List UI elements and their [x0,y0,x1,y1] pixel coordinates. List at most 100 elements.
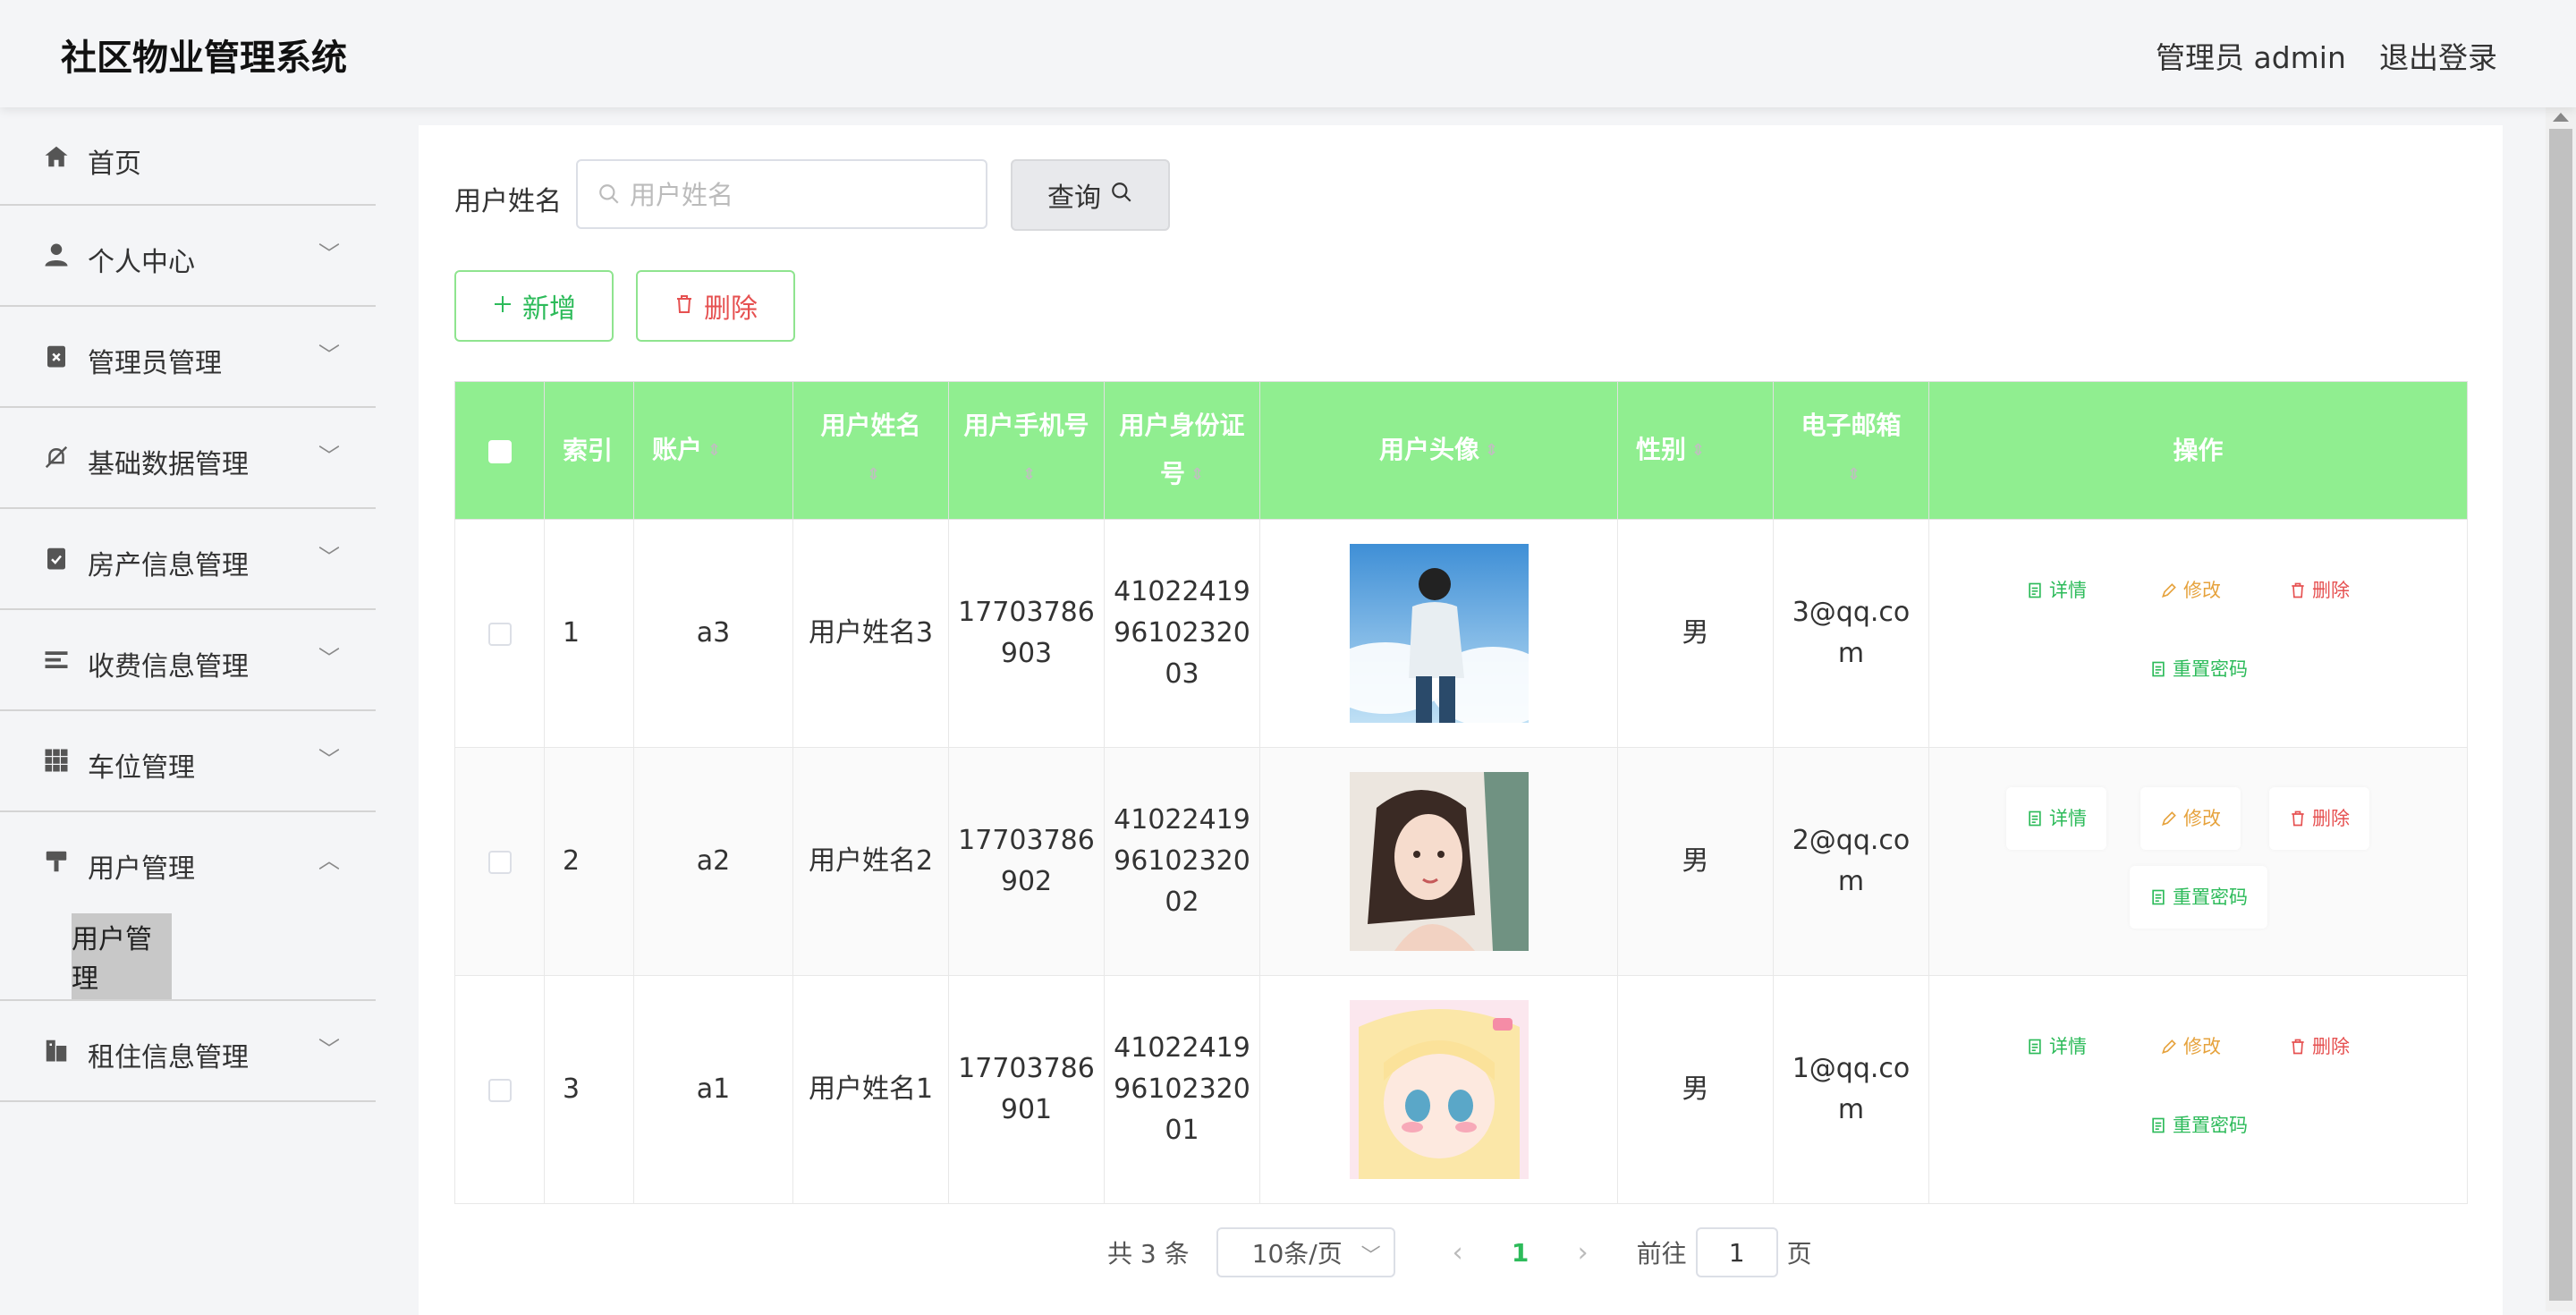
edit-button[interactable]: 修改 [2140,1015,2241,1078]
cell-gender: 男 [1617,975,1774,1204]
row-checkbox[interactable] [487,850,512,874]
header-account[interactable]: 账户 ⇕ [633,381,793,520]
next-page-button[interactable]: › [1556,1237,1610,1268]
cell-ops: 详情 修改 删除 重置密码 [1928,975,2468,1204]
sort-icon[interactable]: ⇕ [1691,427,1705,475]
detail-button[interactable]: 详情 [2006,1015,2106,1078]
scroll-up-icon[interactable] [2553,113,2569,122]
building-icon [41,1035,72,1065]
row-checkbox[interactable] [487,622,512,646]
page-number-current[interactable]: 1 [1485,1238,1556,1268]
cell-name: 用户姓名1 [792,975,949,1204]
page-size-select[interactable]: 10条/页 ﹀ [1216,1227,1395,1277]
sidebar-item-label: 收费信息管理 [88,651,249,683]
sidebar-item-home[interactable]: 首页 [0,107,376,206]
goto-page-input[interactable] [1695,1227,1778,1277]
search-input[interactable] [628,172,980,218]
delete-button[interactable]: 删除 [2269,1015,2369,1078]
sidebar-item-label: 首页 [88,148,141,180]
cell-account: a2 [633,747,793,976]
avatar-image[interactable] [1349,772,1529,951]
table-row: 2 a2 用户姓名2 17703786902 41022419961023200… [454,747,2468,976]
header-email[interactable]: 电子邮箱 ⇕ [1773,381,1929,520]
logout-button[interactable]: 退出登录 [2379,34,2497,77]
cell-account: a3 [633,519,793,748]
sort-icon[interactable]: ⇕ [1191,451,1204,499]
current-user: 管理员 admin [2156,40,2346,75]
sort-icon[interactable]: ⇕ [1022,451,1036,499]
row-select[interactable] [454,747,545,976]
cell-name: 用户姓名2 [792,747,949,976]
pencil-icon [2162,583,2176,598]
edit-button[interactable]: 修改 [2140,559,2241,622]
sidebar-item-user-management[interactable]: 用户管理 ︿ [0,812,376,913]
pagination: 共 3 条 10条/页 ﹀ ‹ 1 › 前往 页 [1107,1226,1812,1279]
reset-password-button[interactable]: 重置密码 [2130,1094,2267,1157]
sort-icon[interactable]: ⇕ [708,427,721,475]
sidebar-item-parking[interactable]: 车位管理 ﹀ [0,711,376,812]
sidebar-item-rental-info[interactable]: 租住信息管理 ﹀ [0,1001,376,1102]
user-icon [41,240,72,270]
user-table: 索引 账户 ⇕ 用户姓名 ⇕ 用户手机号⇕ 用户身份证号 ⇕ 用户头像 ⇕ 性别 ⇕ 电子… [454,381,2468,1204]
scrollbar-thumb[interactable] [2549,129,2572,1301]
search-icon [597,182,621,209]
sidebar-item-fee-info[interactable]: 收费信息管理 ﹀ [0,610,376,711]
row-select[interactable] [454,975,545,1204]
avatar-image[interactable] [1349,544,1529,723]
sort-icon[interactable]: ⇕ [1485,427,1498,475]
pencil-icon [2162,811,2176,826]
cell-gender: 男 [1617,747,1774,976]
batch-delete-button[interactable]: 删除 [636,270,795,342]
header-avatar[interactable]: 用户头像 ⇕ [1259,381,1618,520]
row-select[interactable] [454,519,545,748]
reset-password-button[interactable]: 重置密码 [2130,866,2267,929]
chevron-up-icon: ︿ [318,848,340,873]
table-row: 3 a1 用户姓名1 17703786901 41022419961023200… [454,975,2468,1204]
delete-button[interactable]: 删除 [2269,559,2369,622]
delete-button[interactable]: 删除 [2269,787,2369,850]
vertical-scrollbar[interactable] [2546,107,2576,1311]
cell-ops: 详情 修改 删除 重置密码 [1928,519,2468,748]
plus-icon [492,291,513,322]
reset-password-button[interactable]: 重置密码 [2130,638,2267,700]
cell-email: 2@qq.com [1773,747,1929,976]
table-row: 1 a3 用户姓名3 17703786903 41022419961023200… [454,519,2468,748]
cell-avatar [1259,519,1618,748]
add-button[interactable]: 新增 [454,270,614,342]
trash-icon [2292,582,2304,598]
page-unit-label: 页 [1786,1239,1812,1268]
header-idcard[interactable]: 用户身份证号 ⇕ [1104,381,1260,520]
sidebar-item-personal-center[interactable]: 个人中心 ﹀ [0,206,376,307]
sidebar-item-property-info[interactable]: 房产信息管理 ﹀ [0,509,376,610]
row-checkbox[interactable] [487,1078,512,1102]
query-button[interactable]: 查询 [1011,159,1170,231]
sidebar-subitem-user-management[interactable]: 用户管理 [72,913,172,999]
header-name[interactable]: 用户姓名 ⇕ [792,381,949,520]
detail-button[interactable]: 详情 [2006,559,2106,622]
header-gender[interactable]: 性别 ⇕ [1617,381,1774,520]
add-button-label: 新增 [522,293,576,325]
sidebar-item-basic-data[interactable]: 基础数据管理 ﹀ [0,408,376,509]
cell-avatar [1259,747,1618,976]
header-ops: 操作 [1928,381,2468,520]
search-icon [1110,180,1133,211]
edit-button[interactable]: 修改 [2140,787,2241,850]
header-index: 索引 [544,381,634,520]
cell-email: 3@qq.com [1773,519,1929,748]
document-icon [2029,810,2041,827]
header-phone[interactable]: 用户手机号⇕ [948,381,1105,520]
chevron-down-icon: ﹀ [1360,1245,1381,1268]
detail-button[interactable]: 详情 [2006,787,2106,850]
prev-page-button[interactable]: ‹ [1431,1237,1485,1268]
avatar-image[interactable] [1349,1000,1529,1179]
select-all-checkbox[interactable] [487,439,512,463]
header-select-all[interactable] [454,381,545,520]
sidebar-item-admin-management[interactable]: 管理员管理 ﹀ [0,307,376,408]
sort-icon[interactable]: ⇕ [867,451,880,499]
sort-icon[interactable]: ⇕ [1847,451,1860,499]
sidebar-submenu-user: 用户管理 [0,913,376,1001]
sidebar-item-label: 基础数据管理 [88,449,249,480]
cell-index: 3 [544,975,634,1204]
page-size-value: 10条/页 [1251,1239,1343,1268]
cell-phone: 17703786903 [948,519,1105,748]
